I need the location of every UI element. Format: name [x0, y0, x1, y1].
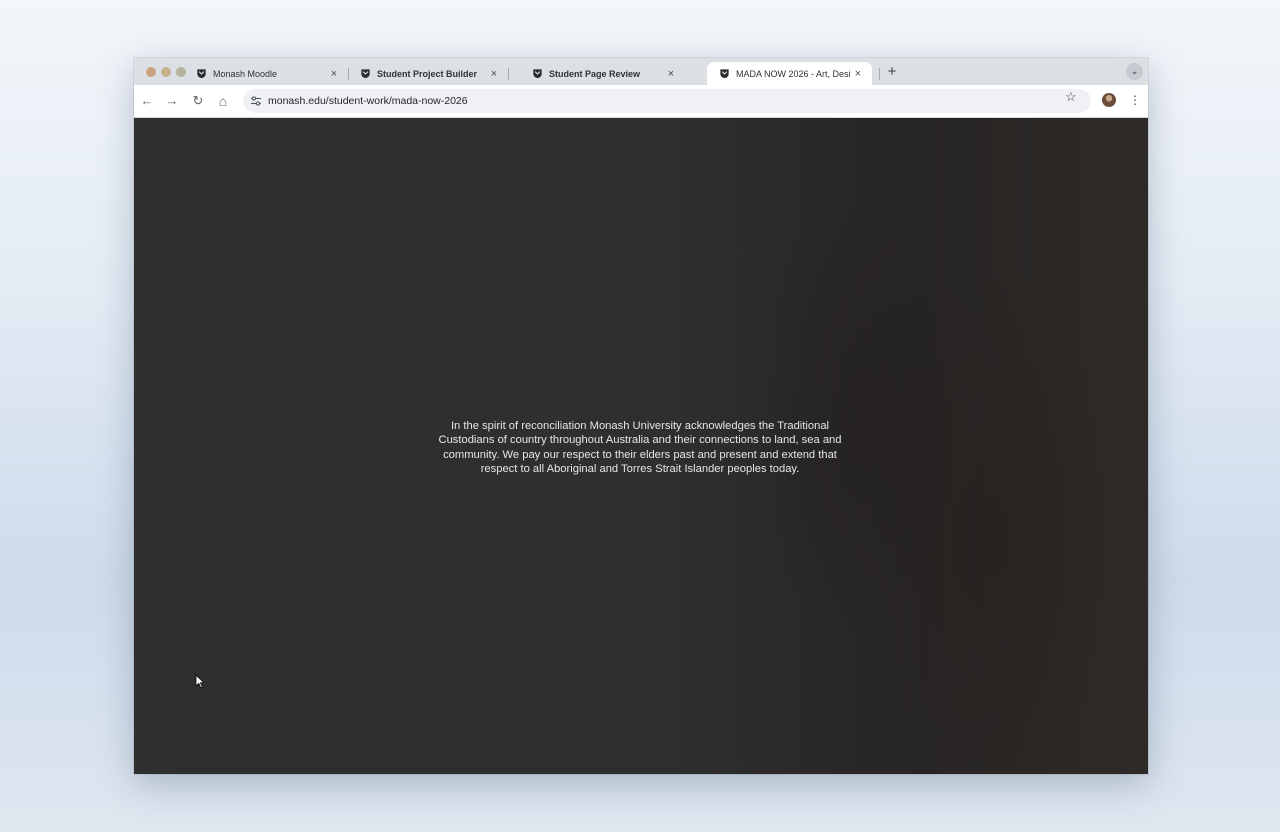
monash-crest-icon — [720, 69, 729, 79]
acknowledgement-of-country: In the spirit of reconciliation Monash U… — [438, 420, 842, 476]
address-bar[interactable]: monash.edu/student-work/mada-now-2026 — [243, 89, 1091, 113]
tab-separator — [879, 68, 880, 80]
tab-label: Student Page Review — [549, 68, 641, 79]
home-button[interactable]: ⌂ — [215, 93, 231, 109]
tab-close-icon[interactable]: × — [852, 68, 864, 80]
window-minimize-button[interactable] — [161, 67, 171, 77]
window-close-button[interactable] — [146, 67, 156, 77]
address-url[interactable]: monash.edu/student-work/mada-now-2026 — [268, 89, 468, 113]
back-button[interactable]: ← — [139, 93, 155, 109]
tab-close-icon[interactable]: × — [665, 68, 677, 80]
tab-search-button[interactable]: ⌄ — [1126, 63, 1143, 80]
reload-button[interactable]: ↻ — [190, 93, 206, 109]
browser-window: Monash Moodle × Student Project Builder … — [134, 58, 1148, 774]
tab-mada-now-2026[interactable]: MADA NOW 2026 - Art, Desi × — [707, 62, 872, 85]
tab-label: Student Project Builder — [377, 68, 478, 79]
monash-crest-icon — [533, 69, 542, 79]
tab-close-icon[interactable]: × — [328, 68, 340, 80]
tab-close-icon[interactable]: × — [488, 68, 500, 80]
bookmark-star-icon[interactable]: ☆ — [1065, 90, 1077, 104]
browser-menu-icon[interactable]: ⋮ — [1129, 92, 1141, 108]
new-tab-button[interactable]: + — [884, 64, 900, 80]
tab-label: MADA NOW 2026 - Art, Desi — [736, 68, 851, 79]
page-content: In the spirit of reconciliation Monash U… — [134, 118, 1148, 774]
tab-strip: Monash Moodle × Student Project Builder … — [134, 58, 1148, 85]
tab-student-page-review[interactable]: Student Page Review × — [520, 62, 685, 85]
tab-student-project-builder[interactable]: Student Project Builder × — [348, 62, 508, 85]
profile-avatar[interactable] — [1102, 93, 1116, 107]
monash-crest-icon — [361, 69, 370, 79]
browser-toolbar: ← → ↻ ⌂ monash.edu/student-work/mada-now… — [134, 85, 1148, 118]
tab-separator — [508, 68, 509, 80]
site-info-icon[interactable] — [250, 95, 262, 107]
mouse-pointer-icon — [195, 674, 205, 689]
forward-button[interactable]: → — [164, 93, 180, 109]
tab-label: Monash Moodle — [213, 68, 278, 79]
tab-monash-moodle[interactable]: Monash Moodle × — [184, 62, 348, 85]
monash-crest-icon — [197, 69, 206, 79]
